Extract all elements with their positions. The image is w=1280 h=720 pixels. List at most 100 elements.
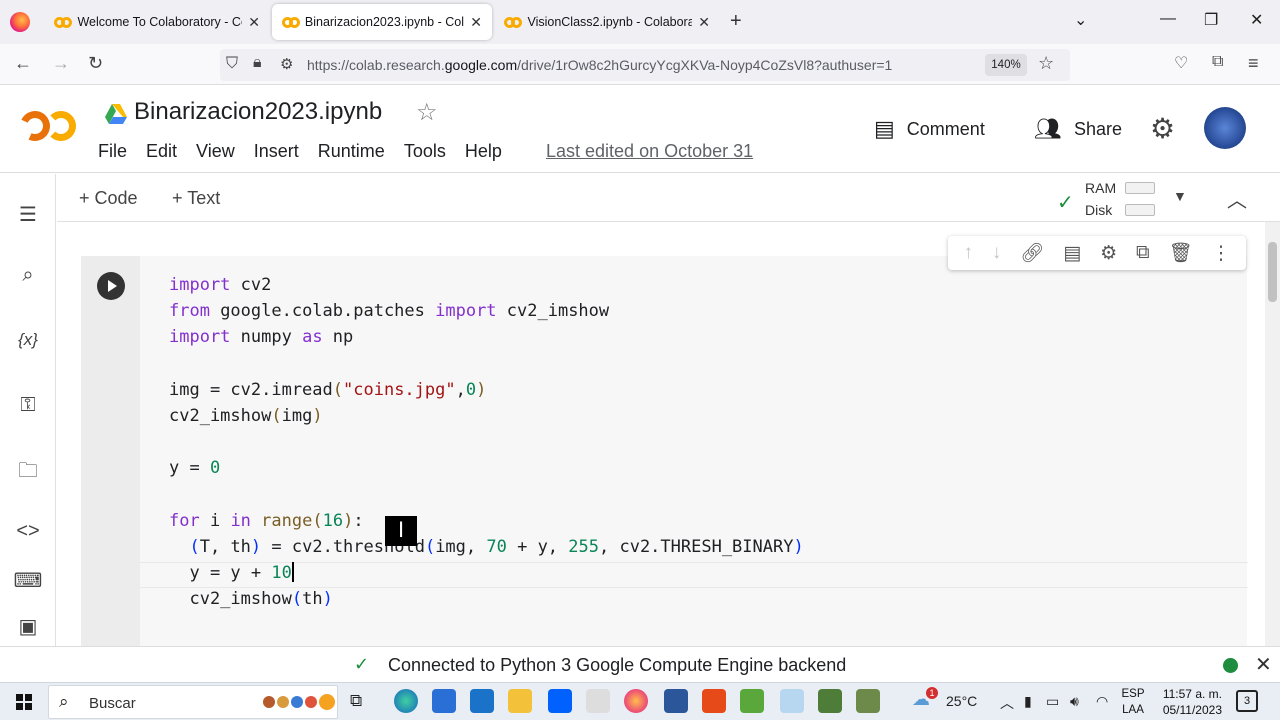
cell-settings-gear-icon[interactable]: ⚙ <box>1100 242 1117 265</box>
code-line-3: import numpy as np <box>169 327 354 348</box>
run-cell-button[interactable] <box>97 272 125 300</box>
app-icon-green[interactable] <box>740 689 764 713</box>
amazon-icon[interactable] <box>586 689 610 713</box>
add-code-button[interactable]: + Code <box>79 188 138 209</box>
word-icon[interactable] <box>664 689 688 713</box>
variables-icon[interactable]: {x} <box>0 330 56 350</box>
bookmark-star-icon[interactable]: ☆ <box>1038 53 1054 74</box>
weather-temperature[interactable]: 25°C <box>946 693 977 709</box>
forward-icon[interactable]: → <box>52 53 70 74</box>
tab-binarizacion[interactable]: Binarizacion2023.ipynb - Colab ✕ <box>272 4 492 40</box>
menu-bar: File Edit View Insert Runtime Tools Help <box>98 141 521 162</box>
terminal-icon[interactable]: ▣ <box>0 614 56 639</box>
usb-icon[interactable]: ▮ <box>1024 693 1032 710</box>
secrets-key-icon[interactable]: ⚿ <box>0 394 56 417</box>
search-icon[interactable]: ⌕ <box>0 264 56 287</box>
google-drive-icon[interactable] <box>105 104 127 124</box>
close-tab-icon[interactable]: ✕ <box>470 14 482 31</box>
url-bar[interactable]: ⛉ 🔒︎ ⚙︎ https://colab.research.google.co… <box>220 49 1070 81</box>
menu-insert[interactable]: Insert <box>254 141 299 162</box>
app-icon-tool[interactable] <box>856 689 880 713</box>
paint-icon[interactable] <box>780 689 804 713</box>
windows-start-icon[interactable] <box>16 694 32 710</box>
language-indicator[interactable]: ESP LAA <box>1118 686 1148 718</box>
notebook-scrollbar[interactable] <box>1265 222 1280 646</box>
menu-tools[interactable]: Tools <box>404 141 446 162</box>
notebook-title[interactable]: Binarizacion2023.ipynb <box>134 98 382 126</box>
colab-logo-icon[interactable] <box>15 106 80 147</box>
hamburger-menu-icon[interactable]: ≡ <box>1248 53 1259 74</box>
pocket-icon[interactable]: ♡ <box>1174 53 1188 73</box>
code-line-1: import cv2 <box>169 275 272 295</box>
menu-edit[interactable]: Edit <box>146 141 177 162</box>
list-tabs-icon[interactable]: ⌄ <box>1074 10 1087 30</box>
add-comment-icon[interactable]: ▤ <box>1063 242 1081 265</box>
edge-browser-icon[interactable] <box>394 689 418 713</box>
firefox-taskbar-icon[interactable] <box>624 689 648 713</box>
new-tab-icon[interactable]: + <box>730 10 742 33</box>
code-cell[interactable]: import cv2 from google.colab.patches impo… <box>81 256 1248 656</box>
restore-icon[interactable]: ❐ <box>1204 10 1218 30</box>
menu-view[interactable]: View <box>196 141 235 162</box>
close-status-icon[interactable]: ✕ <box>1255 652 1272 677</box>
mail-icon[interactable] <box>470 689 494 713</box>
more-options-icon[interactable]: ⋮ <box>1212 242 1231 265</box>
link-to-cell-icon[interactable]: 🔗︎ <box>1020 241 1044 265</box>
scrollbar-thumb[interactable] <box>1268 242 1277 302</box>
wifi-icon[interactable]: ◠ <box>1096 693 1108 710</box>
status-message: Connected to Python 3 Google Compute Eng… <box>388 655 847 675</box>
back-icon[interactable]: ← <box>14 53 32 74</box>
delete-cell-icon[interactable]: 🗑︎ <box>1168 241 1192 265</box>
close-tab-icon[interactable]: ✕ <box>698 14 710 31</box>
files-folder-icon[interactable]: 🗀︎ <box>0 456 56 490</box>
zoom-level[interactable]: 140% <box>985 54 1027 76</box>
taskbar-clock[interactable]: 11:57 a. m. 05/11/2023 <box>1156 686 1222 718</box>
close-window-icon[interactable]: ✕ <box>1250 10 1263 30</box>
notebook-toolbar: + Code + Text ✓ RAM Disk ▼ ︿ <box>57 174 1280 222</box>
tab-visionclass[interactable]: VisionClass2.ipynb - Colaboratory ✕ <box>494 4 720 40</box>
reload-icon[interactable]: ↻ <box>88 53 103 74</box>
tab-title: Welcome To Colaboratory - Colab <box>77 15 242 29</box>
account-avatar[interactable] <box>1204 107 1246 149</box>
code-snippets-icon[interactable]: <> <box>0 520 56 543</box>
move-cell-down-icon[interactable]: ↓ <box>992 242 1002 264</box>
tab-title: VisionClass2.ipynb - Colaboratory <box>527 15 693 29</box>
lock-icon[interactable]: 🔒︎ <box>253 54 262 72</box>
task-view-icon[interactable]: ⧉ <box>350 691 362 711</box>
share-button[interactable]: 👥︎ Share <box>1034 116 1122 142</box>
last-edited-link[interactable]: Last edited on October 31 <box>546 141 753 162</box>
office-icon[interactable] <box>702 689 726 713</box>
minimize-icon[interactable]: — <box>1160 10 1176 28</box>
move-cell-up-icon[interactable]: ↑ <box>963 242 973 264</box>
volume-icon[interactable]: 🔊︎ <box>1070 693 1079 710</box>
mirror-cell-icon[interactable]: ⧉ <box>1136 242 1150 264</box>
menu-file[interactable]: File <box>98 141 127 162</box>
show-hidden-icons-icon[interactable]: ︿ <box>1000 693 1014 713</box>
collapse-header-icon[interactable]: ︿ <box>1227 184 1247 213</box>
dropbox-icon[interactable] <box>548 689 572 713</box>
permissions-icon[interactable]: ⚙︎ <box>280 55 293 73</box>
table-of-contents-icon[interactable]: ☰ <box>0 202 56 227</box>
ram-label: RAM <box>1085 180 1117 196</box>
extensions-icon[interactable]: ⧉ <box>1212 53 1223 71</box>
app-icon-camera[interactable] <box>818 689 842 713</box>
tab-welcome[interactable]: Welcome To Colaboratory - Colab ✕ <box>44 4 270 40</box>
menu-help[interactable]: Help <box>465 141 502 162</box>
microsoft-store-icon[interactable] <box>432 689 456 713</box>
code-editor[interactable]: import cv2 from google.colab.patches impo… <box>169 272 804 613</box>
runtime-dropdown-icon[interactable]: ▼ <box>1173 188 1187 204</box>
command-palette-icon[interactable]: ⌨ <box>0 568 56 593</box>
file-explorer-icon[interactable] <box>508 689 532 713</box>
comment-button[interactable]: ▤ Comment <box>874 116 985 142</box>
url-text[interactable]: https://colab.research.google.com/drive/… <box>307 57 892 73</box>
firefox-icon[interactable] <box>10 12 30 32</box>
shield-icon[interactable]: ⛉ <box>226 55 238 73</box>
menu-runtime[interactable]: Runtime <box>318 141 385 162</box>
settings-gear-icon[interactable]: ⚙ <box>1150 112 1175 145</box>
star-notebook-icon[interactable]: ☆ <box>416 98 438 127</box>
add-text-button[interactable]: + Text <box>172 188 220 209</box>
battery-icon[interactable]: ▭ <box>1046 693 1059 710</box>
notifications-icon[interactable]: 3 <box>1236 690 1258 712</box>
taskbar-search-box[interactable]: ⌕ Buscar <box>48 685 338 719</box>
close-tab-icon[interactable]: ✕ <box>248 14 260 31</box>
